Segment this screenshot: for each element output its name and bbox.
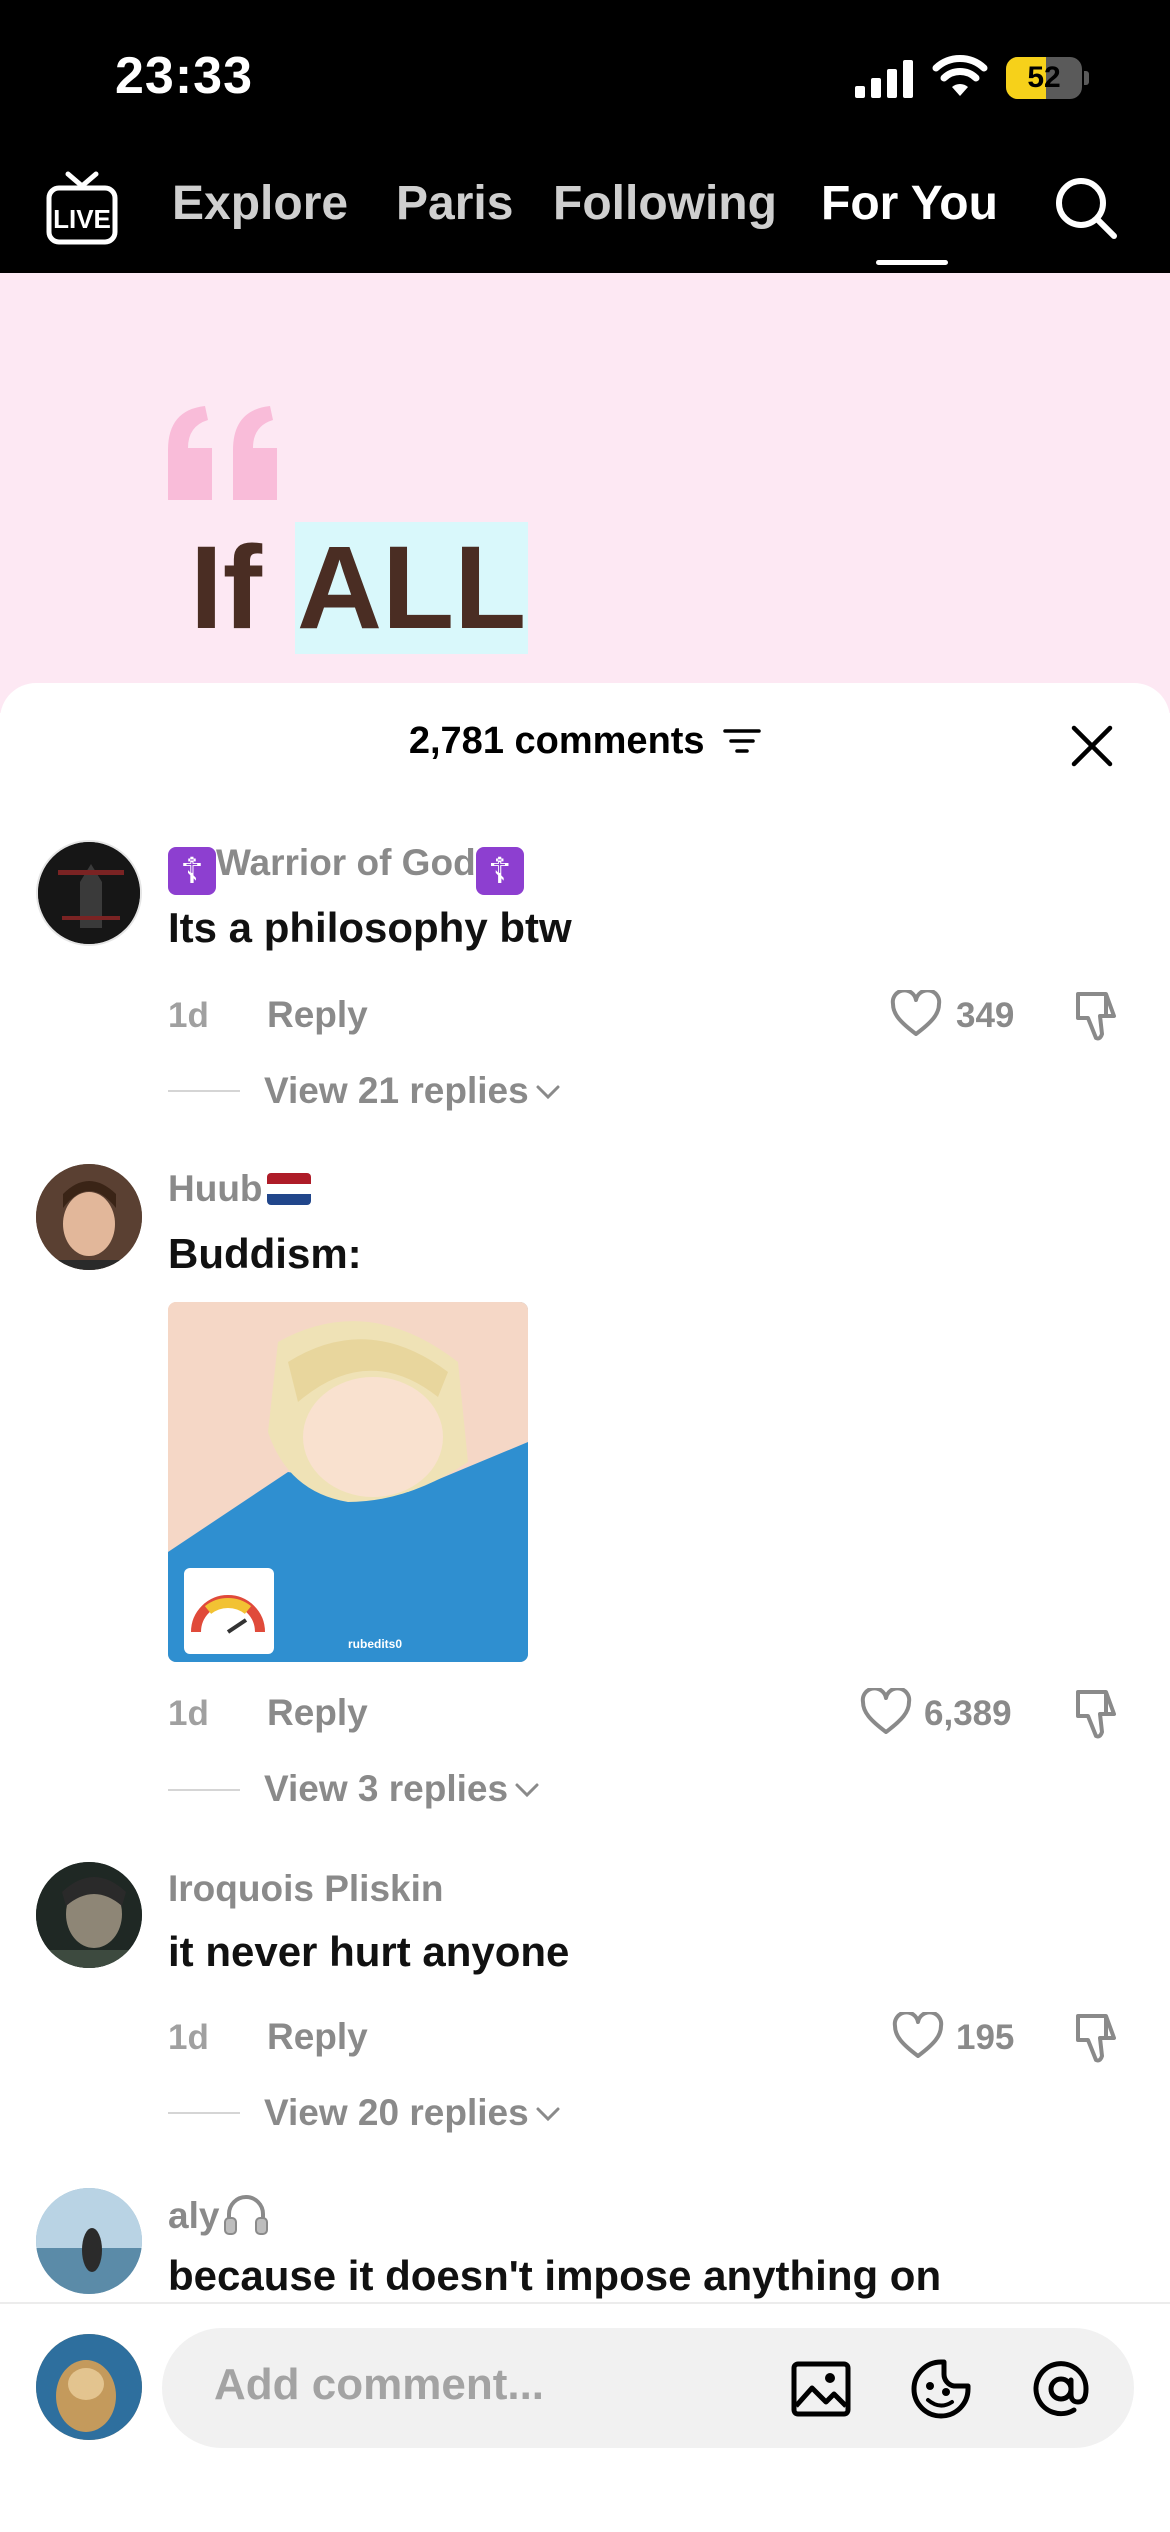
video-text-highlight: ALL xyxy=(294,522,529,654)
tab-explore[interactable]: Explore xyxy=(172,176,348,231)
anime-character-image: rubedits0 xyxy=(168,1302,528,1662)
view-replies-button[interactable]: View 21 replies xyxy=(264,1070,561,1112)
avatar-image xyxy=(36,1862,142,1968)
heart-icon[interactable] xyxy=(890,990,942,1038)
avatar[interactable] xyxy=(36,840,142,946)
netherlands-flag-icon xyxy=(266,1173,311,1205)
avatar[interactable] xyxy=(36,1164,142,1270)
comment-username[interactable]: Huub xyxy=(168,1168,311,1210)
tab-paris[interactable]: Paris xyxy=(396,176,513,231)
image-watermark: rubedits0 xyxy=(348,1637,402,1651)
tab-for-you[interactable]: For You xyxy=(821,176,998,231)
battery-percent: 52 xyxy=(1027,61,1061,94)
chevron-down-icon xyxy=(536,2107,560,2122)
headphones-icon xyxy=(224,2195,269,2235)
view-replies-button[interactable]: View 3 replies xyxy=(264,1768,540,1810)
reply-button[interactable]: Reply xyxy=(267,994,368,1036)
comment-username[interactable]: ☦ Warrior of God ☦ xyxy=(168,842,524,895)
comments-header: 2,781 comments xyxy=(0,720,1170,763)
like-count: 195 xyxy=(956,2018,1015,2057)
wifi-icon xyxy=(932,55,988,96)
comment-input-placeholder: Add comment... xyxy=(214,2360,545,2409)
image-icon[interactable] xyxy=(790,2358,852,2420)
view-replies-button[interactable]: View 20 replies xyxy=(264,2092,561,2134)
live-tv-icon[interactable]: LIVE xyxy=(46,170,118,246)
status-time: 23:33 xyxy=(115,47,253,105)
sort-filter-icon[interactable] xyxy=(723,727,761,755)
video-text-plain: If xyxy=(190,522,295,654)
close-icon[interactable] xyxy=(1070,724,1114,768)
active-tab-indicator xyxy=(876,260,948,265)
current-user-avatar[interactable] xyxy=(36,2334,142,2440)
sticker-emoji-icon[interactable] xyxy=(910,2358,972,2420)
mention-icon[interactable] xyxy=(1030,2358,1092,2420)
comment-time: 1d xyxy=(168,996,209,1035)
comment-time: 1d xyxy=(168,1694,209,1733)
avatar-image xyxy=(36,1164,142,1270)
comment-text: it never hurt anyone xyxy=(168,1928,570,1975)
comment-text: because it doesn't impose anything on xyxy=(168,2252,942,2299)
comment-text: Buddism: xyxy=(168,1230,362,1277)
battery-icon: 52 xyxy=(1006,57,1090,99)
reply-button[interactable]: Reply xyxy=(267,1692,368,1734)
avatar[interactable] xyxy=(36,2188,142,2294)
quote-mark-icon xyxy=(168,406,277,500)
avatar-image xyxy=(36,2188,142,2294)
thumbs-down-icon[interactable] xyxy=(1070,2012,1122,2064)
status-bar: 23:33 52 xyxy=(0,0,1170,155)
reply-button[interactable]: Reply xyxy=(267,2016,368,2058)
search-icon[interactable] xyxy=(1054,176,1118,240)
like-count: 349 xyxy=(956,996,1015,1035)
like-count: 6,389 xyxy=(924,1694,1012,1733)
replies-divider xyxy=(168,1789,240,1791)
comment-time: 1d xyxy=(168,2018,209,2057)
cross-emoji-icon: ☦ xyxy=(168,847,216,895)
avatar-image xyxy=(38,842,140,944)
comments-count: 2,781 comments xyxy=(408,720,705,762)
comment-image[interactable]: rubedits0 xyxy=(168,1302,528,1662)
thumbs-down-icon[interactable] xyxy=(1070,990,1122,1042)
heart-icon[interactable] xyxy=(892,2012,944,2060)
chevron-down-icon xyxy=(515,1783,539,1798)
live-label: LIVE xyxy=(53,204,111,234)
comment-text: Its a philosophy btw xyxy=(168,904,572,951)
replies-divider xyxy=(168,2112,240,2114)
comment-username[interactable]: Iroquois Pliskin xyxy=(168,1868,444,1910)
avatar-image xyxy=(36,2334,142,2440)
chevron-down-icon xyxy=(536,1085,560,1100)
heart-icon[interactable] xyxy=(860,1688,912,1736)
replies-divider xyxy=(168,1090,240,1092)
tab-following[interactable]: Following xyxy=(553,176,777,231)
cross-emoji-icon: ☦ xyxy=(475,847,524,895)
avatar[interactable] xyxy=(36,1862,142,1968)
cellular-signal-icon xyxy=(855,60,913,98)
thumbs-down-icon[interactable] xyxy=(1070,1688,1122,1740)
video-caption-text: If ALL xyxy=(190,520,529,656)
comment-username[interactable]: aly xyxy=(168,2192,269,2237)
